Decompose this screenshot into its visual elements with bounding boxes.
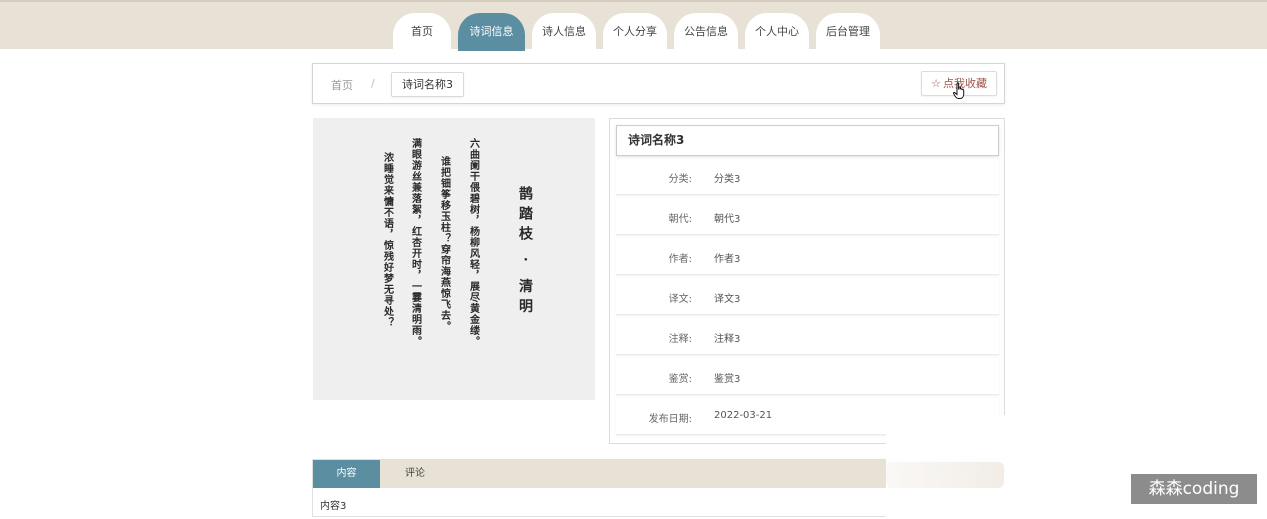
detail-label: 注释: bbox=[668, 334, 692, 345]
detail-value: 分类3 bbox=[714, 174, 741, 185]
detail-value: 注释3 bbox=[714, 334, 741, 345]
tab-content-text: 内容3 bbox=[320, 501, 347, 512]
calligraphy-drawing: 鹊踏枝 · 清明 六曲阑干偎碧树，杨柳风轻，展尽黄金缕。 谁把钿筝移玉柱？穿帘海… bbox=[382, 137, 535, 347]
detail-value: 朝代3 bbox=[714, 214, 741, 225]
detail-label: 发布日期: bbox=[648, 414, 692, 425]
detail-row-appreciation: 鉴赏: 鉴赏3 bbox=[616, 357, 999, 395]
detail-value: 译文3 bbox=[714, 294, 741, 305]
breadcrumb: 首页 / 诗词名称3 ☆ 点我收藏 bbox=[312, 63, 1005, 104]
calligraphy-column-3: 满眼游丝兼落絮，红杏开时，一霎清明雨。 bbox=[410, 137, 423, 347]
poem-detail-panel: 诗词名称3 分类: 分类3 朝代: 朝代3 作者: 作者3 译文: 译文3 注释… bbox=[609, 118, 1005, 444]
nav-item-home[interactable]: 首页 bbox=[393, 13, 451, 51]
poem-title: 诗词名称3 bbox=[616, 125, 999, 156]
detail-row-translation: 译文: 译文3 bbox=[616, 277, 999, 315]
calligraphy-column-title: 鹊踏枝 · 清明 bbox=[517, 185, 534, 318]
nav-item-poems[interactable]: 诗词信息 bbox=[458, 13, 525, 51]
calligraphy-column-1: 六曲阑干偎碧树，杨柳风轻，展尽黄金缕。 bbox=[468, 137, 481, 347]
detail-value: 2022-03-21 bbox=[714, 410, 773, 421]
star-icon: ☆ bbox=[931, 77, 941, 90]
nav-item-poets[interactable]: 诗人信息 bbox=[532, 13, 596, 51]
detail-row-dynasty: 朝代: 朝代3 bbox=[616, 197, 999, 235]
nav-item-admin[interactable]: 后台管理 bbox=[816, 13, 880, 51]
detail-label: 作者: bbox=[668, 254, 692, 265]
tab-content[interactable]: 内容 bbox=[313, 460, 380, 488]
detail-label: 朝代: bbox=[668, 214, 692, 225]
calligraphy-column-4: 浓睡觉来慵不语，惊残好梦无寻处？ bbox=[382, 151, 395, 328]
watermark: 森森coding bbox=[1131, 474, 1257, 504]
tab-comments[interactable]: 评论 bbox=[393, 460, 437, 488]
breadcrumb-home-link[interactable]: 首页 bbox=[331, 77, 353, 93]
poem-calligraphy-image: 鹊踏枝 · 清明 六曲阑干偎碧树，杨柳风轻，展尽黄金缕。 谁把钿筝移玉柱？穿帘海… bbox=[313, 118, 595, 400]
detail-label: 鉴赏: bbox=[668, 374, 692, 385]
nav-item-announcements[interactable]: 公告信息 bbox=[674, 13, 738, 51]
detail-row-author: 作者: 作者3 bbox=[616, 237, 999, 275]
detail-value: 作者3 bbox=[714, 254, 741, 265]
detail-label: 分类: bbox=[668, 174, 692, 185]
top-navigation-bar: 首页 诗词信息 诗人信息 个人分享 公告信息 个人中心 后台管理 bbox=[0, 0, 1267, 51]
hand-cursor-icon bbox=[953, 82, 965, 99]
nav-item-personal-center[interactable]: 个人中心 bbox=[745, 13, 809, 51]
detail-value: 鉴赏3 bbox=[714, 374, 741, 385]
nav-item-personal-share[interactable]: 个人分享 bbox=[603, 13, 667, 51]
main-nav: 首页 诗词信息 诗人信息 个人分享 公告信息 个人中心 后台管理 bbox=[0, 13, 1267, 51]
calligraphy-column-2: 谁把钿筝移玉柱？穿帘海燕惊飞去。 bbox=[439, 155, 452, 332]
blurred-bar bbox=[886, 462, 1004, 488]
breadcrumb-separator: / bbox=[371, 77, 375, 90]
detail-row-annotation: 注释: 注释3 bbox=[616, 317, 999, 355]
breadcrumb-current: 诗词名称3 bbox=[391, 72, 464, 97]
detail-label: 译文: bbox=[668, 294, 692, 305]
detail-row-category: 分类: 分类3 bbox=[616, 157, 999, 195]
